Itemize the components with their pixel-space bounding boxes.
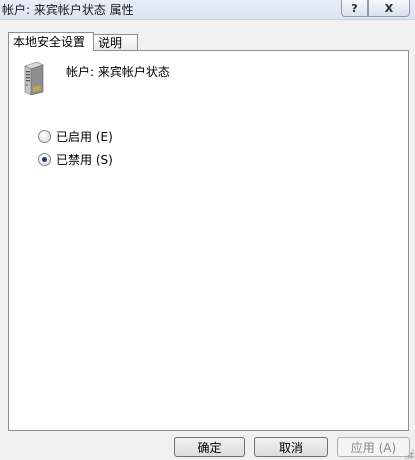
properties-dialog: 帐户: 来宾帐户状态 属性 ? X 本地安全设置 说明 帐户: 来宾帐户状态 已… (0, 0, 415, 460)
close-icon: X (384, 1, 394, 15)
radio-button-checked[interactable] (38, 153, 51, 166)
radio-label-disabled: 已禁用 (S) (56, 153, 113, 167)
tab-explain[interactable]: 说明 (93, 34, 138, 50)
window-title: 帐户: 来宾帐户状态 属性 (2, 3, 134, 17)
help-icon: ? (351, 1, 358, 15)
radio-label-enabled: 已启用 (E) (56, 130, 113, 144)
help-button[interactable]: ? (341, 0, 368, 17)
radio-button-unchecked[interactable] (38, 130, 51, 143)
close-button[interactable]: X (368, 0, 410, 17)
cancel-button[interactable]: 取消 (254, 437, 328, 457)
ok-button[interactable]: 确定 (174, 437, 245, 457)
tab-panel: 帐户: 来宾帐户状态 已启用 (E) 已禁用 (S) (8, 50, 409, 431)
setting-heading: 帐户: 来宾帐户状态 (66, 65, 170, 79)
server-icon (24, 61, 44, 95)
tab-label: 本地安全设置 (13, 35, 86, 49)
radio-disabled[interactable]: 已禁用 (S) (38, 151, 113, 168)
tab-local-security-setting[interactable]: 本地安全设置 (8, 32, 94, 51)
apply-button[interactable]: 应用 (A) (337, 437, 410, 457)
radio-enabled[interactable]: 已启用 (E) (38, 128, 113, 145)
title-bar[interactable]: 帐户: 来宾帐户状态 属性 ? X (0, 0, 415, 20)
tab-label: 说明 (98, 36, 123, 50)
